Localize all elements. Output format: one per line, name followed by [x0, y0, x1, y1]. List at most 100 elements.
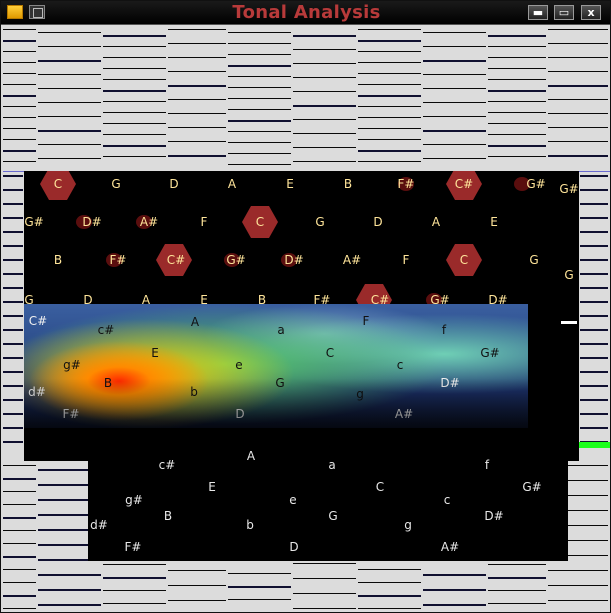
roll-stripe	[488, 134, 546, 135]
close-button[interactable]: x	[581, 5, 601, 20]
roll-stripe	[358, 117, 421, 118]
roll-stripe	[103, 577, 166, 579]
roll-stripe	[38, 604, 101, 606]
roll-stripe	[580, 385, 608, 387]
roll-stripe	[103, 46, 166, 47]
roll-stripe	[580, 315, 608, 317]
roll-stripe	[548, 29, 608, 30]
roll-stripe	[3, 245, 23, 247]
roll-stripe	[358, 128, 421, 129]
analysis-canvas[interactable]: C G D A E B F# C# G# G# G# D# A# F C G D…	[3, 25, 610, 612]
roll-stripe	[228, 98, 291, 99]
roll-stripe	[103, 35, 166, 37]
roll-stripe	[103, 57, 166, 58]
roll-stripe	[168, 141, 226, 142]
roll-stripe	[358, 62, 421, 63]
roll-stripe	[3, 73, 36, 74]
roll-stripe	[358, 95, 421, 97]
roll-stripe	[228, 65, 291, 67]
key-label: G#	[480, 346, 500, 360]
roll-stripe	[293, 578, 356, 579]
roll-stripe	[3, 530, 36, 531]
roll-stripe	[3, 62, 36, 63]
roll-stripe	[103, 112, 166, 113]
roll-stripe	[168, 71, 226, 72]
roll-stripe	[3, 287, 23, 289]
roll-stripe	[3, 40, 36, 42]
key-label: A#	[394, 407, 414, 421]
roll-stripe	[3, 329, 23, 331]
roll-stripe	[293, 105, 356, 107]
roll-stripe	[168, 600, 226, 601]
roll-stripe	[580, 245, 608, 247]
roll-stripe	[293, 91, 356, 92]
maximize-button[interactable]: ▭	[554, 5, 574, 20]
position-marker	[561, 321, 577, 324]
note-label: E	[208, 480, 216, 494]
roll-stripe	[358, 569, 421, 570]
roll-stripe	[228, 43, 291, 44]
key-label: f	[441, 323, 447, 337]
key-label: C	[325, 346, 335, 360]
roll-stripe	[580, 329, 608, 331]
tonnetz-minor-pane[interactable]: c# A a f E C G# g# e c B b G D# d# g F# …	[88, 428, 568, 561]
roll-stripe	[358, 40, 421, 42]
roll-stripe	[488, 603, 546, 604]
roll-stripe	[103, 156, 166, 157]
roll-stripe	[168, 113, 226, 114]
note-label: C#	[166, 253, 186, 267]
roll-stripe	[103, 90, 166, 92]
roll-stripe	[488, 156, 546, 157]
roll-stripe	[580, 357, 608, 359]
note-label: D#	[82, 215, 102, 229]
roll-stripe	[580, 259, 608, 261]
roll-stripe	[580, 371, 608, 373]
roll-stripe	[3, 491, 36, 492]
roll-stripe	[358, 139, 421, 140]
note-label: G	[315, 215, 325, 229]
roll-stripe	[580, 231, 608, 233]
roll-stripe	[38, 74, 101, 75]
key-label: G	[275, 376, 285, 390]
roll-stripe	[3, 371, 23, 373]
roll-stripe	[548, 43, 608, 44]
roll-stripe	[3, 543, 36, 544]
minimize-button[interactable]: ▬	[528, 5, 548, 20]
roll-stripe	[580, 413, 608, 415]
roll-stripe	[168, 85, 226, 87]
note-label: F#	[124, 540, 142, 554]
key-likelihood-heatmap[interactable]: C# c# A a F f g# E e C c G# d# B b G g D…	[24, 304, 528, 428]
roll-stripe	[103, 134, 166, 135]
roll-stripe	[3, 95, 36, 97]
note-label: A	[431, 215, 441, 229]
note-label: D	[289, 540, 299, 554]
note-label: a	[328, 458, 336, 472]
roll-stripe	[168, 43, 226, 44]
roll-stripe	[3, 343, 23, 345]
key-label: c#	[97, 323, 115, 337]
key-label: a	[277, 323, 285, 337]
roll-stripe	[293, 608, 356, 609]
roll-stripe	[38, 144, 101, 145]
key-label: g#	[63, 358, 81, 372]
roll-stripe	[168, 57, 226, 58]
roll-stripe	[488, 123, 546, 124]
roll-stripe	[228, 586, 291, 588]
note-label: A	[227, 177, 237, 191]
note-label: E	[490, 215, 498, 229]
roll-stripe	[3, 231, 23, 233]
note-label: G	[328, 509, 338, 523]
roll-stripe	[358, 150, 421, 152]
roll-stripe	[423, 604, 486, 606]
note-label: G	[564, 268, 574, 282]
title-bar[interactable]: Tonal Analysis ▬ ▭ x	[1, 1, 610, 25]
roll-stripe	[488, 35, 546, 37]
level-indicator	[579, 442, 610, 448]
tonal-analysis-window: Tonal Analysis ▬ ▭ x C G D A E B F# C# G…	[0, 0, 611, 613]
note-label: G#	[226, 253, 246, 267]
roll-stripe	[293, 49, 356, 50]
note-label: b	[246, 518, 254, 532]
roll-stripe	[168, 570, 226, 571]
note-label: F#	[109, 253, 127, 267]
roll-stripe	[3, 427, 23, 429]
